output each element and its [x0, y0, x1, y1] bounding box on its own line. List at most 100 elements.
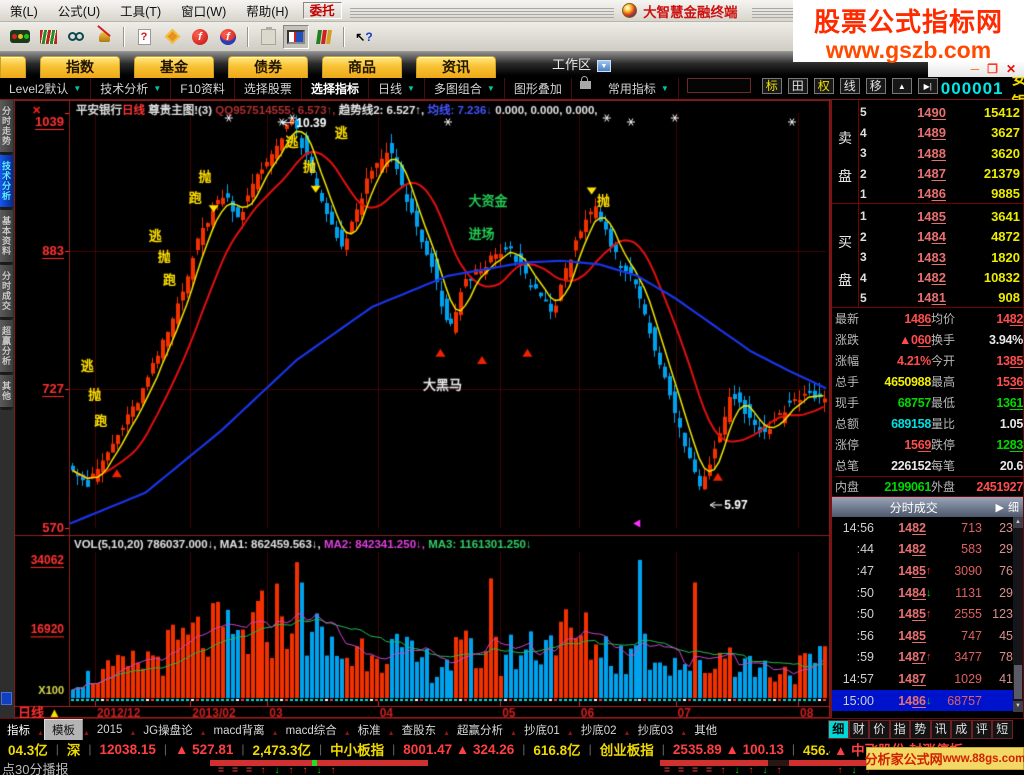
sidebar-tab-其他[interactable]: 其他	[0, 375, 13, 410]
mini-button-线[interactable]: 线	[839, 78, 860, 94]
tick-row[interactable]: 14:56 1482 713 23	[832, 517, 1016, 539]
book-row[interactable]: 1 1486 9885	[860, 184, 1024, 205]
alarm-icon[interactable]	[91, 25, 117, 49]
bottom-tab-抄底01[interactable]: 抄底01	[517, 720, 567, 740]
play-next-icon[interactable]: ▶|	[917, 78, 938, 94]
book-row[interactable]: 2 1484 4872	[860, 226, 1024, 247]
tick-row[interactable]: 14:57 1487 1029 41	[832, 668, 1016, 690]
menu-item-2[interactable]: 工具(T)	[110, 1, 171, 20]
mini-tab-评[interactable]: 评	[971, 720, 992, 739]
tick-row[interactable]: :56 1485 747 45	[832, 625, 1016, 647]
bottom-tab-抄底03[interactable]: 抄底03	[630, 720, 680, 740]
entrust-button[interactable]: 委托	[302, 2, 342, 19]
book-row[interactable]: 5 1490 15412	[860, 102, 1024, 123]
scroll-thumb[interactable]	[1014, 665, 1022, 699]
market-tab-商品[interactable]: 商品	[322, 56, 402, 78]
sidebar-tab-基本资料[interactable]: 基本资料	[0, 210, 13, 265]
mini-tab-短[interactable]: 短	[992, 720, 1013, 739]
mini-tab-价[interactable]: 价	[869, 720, 890, 739]
mini-tab-指[interactable]: 指	[889, 720, 910, 739]
market-tab-资讯[interactable]: 资讯	[416, 56, 496, 78]
nav-item-7[interactable]: 图形叠加	[505, 78, 572, 99]
bottom-tab-查股东[interactable]: 查股东	[395, 720, 444, 740]
bottom-tab-其他[interactable]: 其他	[687, 720, 724, 740]
book-row[interactable]: 5 1481 908	[860, 288, 1024, 309]
market-tab-partial[interactable]	[0, 56, 26, 78]
mini-tab-讯[interactable]: 讯	[930, 720, 951, 739]
main-chart[interactable]	[14, 100, 830, 718]
bottom-tab-2015[interactable]: 2015	[90, 722, 130, 738]
bottom-tab-超赢分析[interactable]: 超赢分析	[450, 720, 510, 740]
bottom-tab-模板[interactable]: 模板	[43, 719, 83, 740]
scroll-down-icon[interactable]: ▼	[1013, 701, 1023, 712]
mini-tab-成[interactable]: 成	[951, 720, 972, 739]
menu-item-0[interactable]: 策(L)	[0, 1, 48, 20]
bottom-tab-标准[interactable]: 标准	[351, 720, 388, 740]
formula-icon-2[interactable]: f	[215, 25, 241, 49]
tick-scrollbar[interactable]: ▲ ▼	[1013, 517, 1023, 712]
nav-item-4[interactable]: 选择指标	[302, 78, 369, 99]
code-input[interactable]	[686, 78, 751, 93]
nav-item-3[interactable]: 选择股票	[235, 78, 302, 99]
sidebar-tab-分时走势[interactable]: 分时走势	[0, 100, 13, 155]
restore-button[interactable]: ❐	[987, 63, 998, 76]
menu-item-4[interactable]: 帮助(H)	[236, 1, 298, 20]
nav-item-1[interactable]: 技术分析 ▼	[91, 78, 172, 99]
binoculars-icon[interactable]	[63, 25, 89, 49]
formula-icon-1[interactable]: f	[187, 25, 213, 49]
book-row[interactable]: 4 1489 3627	[860, 122, 1024, 143]
menu-item-1[interactable]: 公式(U)	[48, 1, 110, 20]
tick-row[interactable]: :44 1482 583 29	[832, 539, 1016, 561]
mini-button-标[interactable]: 标	[761, 78, 782, 94]
mini-button-田[interactable]: 田	[787, 78, 808, 94]
books-icon[interactable]	[311, 25, 337, 49]
nav-item-5[interactable]: 日线 ▼	[369, 78, 425, 99]
book-row[interactable]: 4 1482 10832	[860, 267, 1024, 288]
help-pointer-icon[interactable]: ↖?	[351, 25, 377, 49]
scroll-up-icon[interactable]: ▲	[1013, 517, 1023, 528]
tick-row[interactable]: :59 1487 ↑ 3477 78	[832, 647, 1016, 669]
tick-row[interactable]: :50 1484 ↓ 1131 29	[832, 582, 1016, 604]
workspace-label[interactable]: 工作区	[552, 54, 591, 73]
tick-row[interactable]: :47 1485 ↑ 3090 76	[832, 560, 1016, 582]
traffic-light-icon[interactable]	[7, 25, 33, 49]
tick-detail-button[interactable]: 细	[1008, 499, 1019, 515]
workspace-dropd-icon[interactable]: ▼	[597, 60, 612, 72]
tick-panel-header[interactable]: 分时成交 ▶ 细	[832, 497, 1023, 517]
bottom-tab-指标[interactable]: 指标	[0, 720, 37, 740]
menu-item-3[interactable]: 窗口(W)	[171, 1, 236, 20]
nav-item-2[interactable]: F10资料	[171, 78, 235, 99]
market-tab-指数[interactable]: 指数	[40, 56, 120, 78]
tick-row[interactable]: :50 1485 ↑ 2555 123	[832, 603, 1016, 625]
query-icon[interactable]: ?	[131, 25, 157, 49]
stripes-icon[interactable]	[35, 25, 61, 49]
clipboard-icon[interactable]	[255, 25, 281, 49]
bottom-tab-抄底02[interactable]: 抄底02	[574, 720, 624, 740]
nav-item-6[interactable]: 多图组合 ▼	[425, 78, 505, 99]
diamond-icon[interactable]	[159, 25, 185, 49]
book-row[interactable]: 3 1488 3620	[860, 143, 1024, 164]
market-tab-基金[interactable]: 基金	[134, 56, 214, 78]
bottom-tab-macd综合[interactable]: macd综合	[279, 720, 344, 740]
sidebar-tab-超赢分析[interactable]: 超赢分析	[0, 320, 13, 375]
nav-item-common-indicators[interactable]: 常用指标 ▼	[599, 78, 679, 99]
panel-up-icon[interactable]: ▲	[891, 78, 912, 94]
nav-item-0[interactable]: Level2默认 ▼	[0, 78, 92, 99]
market-tab-债券[interactable]: 债券	[228, 56, 308, 78]
bottom-tab-macd背离[interactable]: macd背离	[207, 720, 272, 740]
book-row[interactable]: 3 1483 1820	[860, 247, 1024, 268]
panel-icon[interactable]	[283, 24, 309, 49]
mini-tab-财[interactable]: 财	[848, 720, 869, 739]
sidebar-tab-分时成交[interactable]: 分时成交	[0, 265, 13, 320]
mini-tab-细[interactable]: 细	[828, 720, 849, 739]
minimize-button[interactable]: ─	[971, 63, 980, 76]
mini-button-移[interactable]: 移	[865, 78, 886, 94]
mini-button-权[interactable]: 权	[813, 78, 834, 94]
mini-tab-势[interactable]: 势	[910, 720, 931, 739]
tick-more-arrow-icon[interactable]: ▶	[996, 501, 1004, 514]
sidebar-tab-技术分析[interactable]: 技术分析	[0, 155, 13, 210]
bottom-tab-JG操盘论[interactable]: JG操盘论	[136, 720, 199, 740]
book-row[interactable]: 1 1485 3641	[860, 206, 1024, 227]
close-button[interactable]: ✕	[1006, 63, 1016, 76]
book-row[interactable]: 2 1487 21379	[860, 163, 1024, 184]
